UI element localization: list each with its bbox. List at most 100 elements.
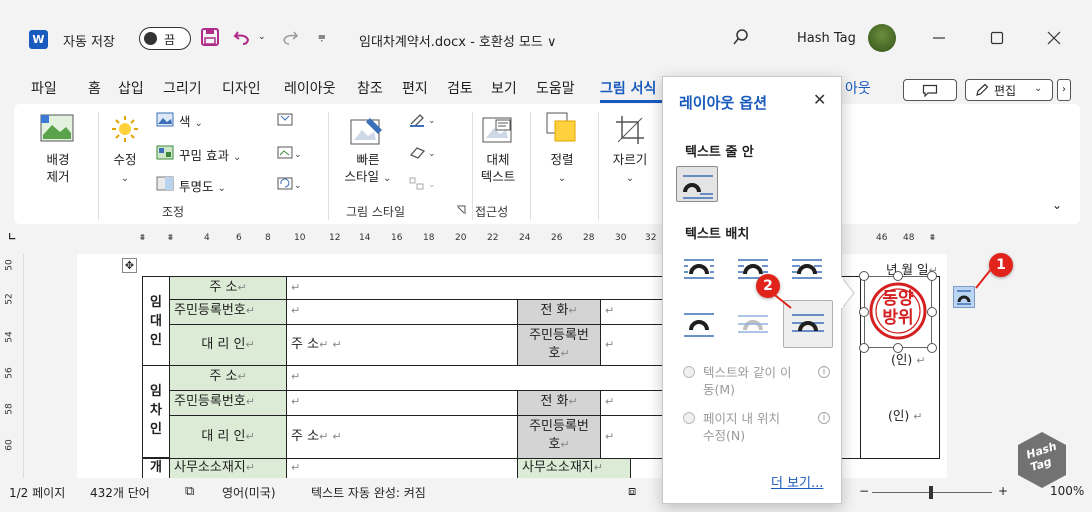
tab-view[interactable]: 보기 (491, 78, 517, 98)
resident-number-value-cell[interactable]: ↵ (286, 299, 518, 325)
document-title[interactable]: 임대차계약서.docx - 호환성 모드 ∨ (359, 31, 556, 50)
resize-handle-w[interactable] (859, 307, 869, 317)
quick-styles-button[interactable]: 빠른 스타일 ⌄ (338, 151, 398, 187)
maximize-icon[interactable] (990, 31, 1004, 45)
transparency-icon[interactable] (156, 176, 174, 191)
wrap-inline-option[interactable] (676, 166, 718, 202)
focus-mode-icon[interactable]: ⧈ (628, 484, 636, 499)
tab-draw[interactable]: 그리기 (163, 78, 202, 98)
wrap-top-bottom-option[interactable] (677, 305, 719, 341)
arrange-button[interactable]: 정렬 ⌄ (542, 151, 582, 187)
change-picture-icon[interactable]: ⌄ (276, 145, 302, 160)
resize-handle-e[interactable] (927, 307, 937, 317)
resize-handle-n[interactable] (893, 271, 903, 281)
minimize-icon[interactable] (932, 34, 946, 42)
fix-position-option[interactable]: 페이지 내 위치 수정(N) i (683, 410, 830, 444)
save-icon[interactable] (200, 27, 220, 47)
ribbon-separator (98, 112, 99, 220)
page-count[interactable]: 1/2 페이지 (9, 484, 65, 501)
info-icon[interactable]: i (818, 412, 830, 424)
zoom-in-icon[interactable]: + (998, 484, 1008, 498)
tenant-resident-number-value-cell[interactable]: ↵ (286, 390, 518, 416)
picture-layout-icon[interactable]: ⌄ (408, 176, 438, 191)
corrections-button[interactable]: 수정 ⌄ (104, 151, 146, 187)
tab-file[interactable]: 파일 (31, 78, 57, 98)
comments-button[interactable] (903, 79, 957, 101)
editing-mode-button[interactable]: 편집 ⌄ (965, 79, 1053, 101)
tab-layout[interactable]: 레이아웃 (284, 78, 336, 98)
tenant-agent-value-cell[interactable]: 주 소↵ ↵ (286, 415, 518, 459)
redo-icon[interactable] (280, 27, 300, 47)
resize-handle-se[interactable] (927, 343, 937, 353)
wrap-through-option[interactable] (785, 251, 827, 287)
transparency-button[interactable]: 투명도 ⌄ (179, 176, 226, 195)
undo-dropdown-icon[interactable]: ⌄ (258, 32, 266, 42)
phone-header-cell: 전 화↵ (517, 299, 601, 325)
picture-effects-icon[interactable]: ⌄ (408, 145, 438, 160)
corrections-icon[interactable] (110, 114, 140, 144)
info-icon[interactable]: i (818, 366, 830, 378)
color-icon[interactable] (156, 112, 174, 127)
collapse-ribbon-icon[interactable]: ⌄ (1052, 198, 1062, 212)
language-indicator[interactable]: 영어(미국) (222, 484, 276, 501)
crop-icon[interactable] (614, 114, 646, 146)
close-icon[interactable] (1047, 31, 1061, 45)
tab-insert[interactable]: 삽입 (118, 78, 144, 98)
horizontal-ruler[interactable]: ∟ ⩩ ⩩ 4 6 8 10 12 14 16 18 20 22 24 26 2… (0, 228, 1092, 254)
tab-help[interactable]: 도움말 (536, 78, 575, 98)
artistic-effects-button[interactable]: 꾸밈 효과 ⌄ (179, 145, 241, 164)
dialog-launcher-icon[interactable] (456, 205, 466, 215)
tab-design[interactable]: 디자인 (222, 78, 261, 98)
user-name[interactable]: Hash Tag (797, 31, 856, 46)
vertical-ruler[interactable]: 50 52 54 56 58 60 (0, 254, 24, 478)
table-move-handle-icon[interactable]: ✥ (122, 258, 137, 273)
compress-pictures-icon[interactable] (276, 112, 294, 127)
tab-home[interactable]: 홈 (88, 78, 101, 98)
search-icon[interactable] (732, 28, 750, 46)
right-indent-icon[interactable]: ⩩ (930, 233, 935, 243)
move-with-text-option[interactable]: 텍스트와 같이 이 동(M) i (683, 364, 830, 398)
ruler-indent-icon[interactable]: ⩩ (168, 233, 173, 243)
wrap-behind-text-option[interactable] (731, 305, 773, 341)
crop-button[interactable]: 자르기 ⌄ (606, 151, 654, 187)
quick-styles-icon[interactable] (348, 114, 386, 148)
avatar[interactable] (868, 24, 896, 52)
agent-value-cell[interactable]: 주 소↵ ↵ (286, 324, 518, 366)
artistic-effects-icon[interactable] (156, 145, 174, 160)
fix-position-radio[interactable] (683, 412, 695, 424)
office-address-value-cell[interactable]: ↵ (286, 458, 518, 478)
color-button[interactable]: 색 ⌄ (179, 111, 203, 130)
move-with-text-radio[interactable] (683, 366, 695, 378)
resize-handle-ne[interactable] (927, 271, 937, 281)
arrange-icon[interactable] (544, 110, 578, 144)
autocomplete-status[interactable]: 텍스트 자동 완성: 켜짐 (311, 484, 426, 501)
picture-border-icon[interactable]: ⌄ (408, 112, 438, 127)
tenant-phone-header-cell: 전 화↵ (517, 390, 601, 416)
tab-picture-format[interactable]: 그림 서식 (600, 78, 656, 98)
tab-selector-icon[interactable]: ∟ (8, 232, 16, 243)
tab-layout-partial[interactable]: 아웃 (845, 78, 871, 98)
autosave-toggle[interactable]: 끔 (139, 27, 191, 50)
reset-picture-icon[interactable]: ⌄ (276, 176, 302, 191)
resize-handle-sw[interactable] (859, 343, 869, 353)
proofing-icon[interactable]: ⧉ (185, 484, 194, 499)
tab-review[interactable]: 검토 (447, 78, 473, 98)
alt-text-button[interactable]: 대체 텍스트 (472, 151, 524, 185)
tab-references[interactable]: 참조 (357, 78, 383, 98)
remove-background-label[interactable]: 배경 제거 (36, 151, 80, 185)
resize-handle-s[interactable] (893, 343, 903, 353)
zoom-slider-thumb[interactable] (929, 486, 933, 499)
customize-qat-icon[interactable]: ⩦ (318, 29, 326, 44)
undo-icon[interactable] (232, 27, 252, 47)
see-more-link[interactable]: 더 보기... (771, 472, 823, 491)
wrap-square-option[interactable] (677, 251, 719, 287)
pane-close-icon[interactable]: ✕ (813, 90, 826, 109)
alt-text-icon[interactable] (480, 114, 514, 146)
zoom-out-icon[interactable]: − (859, 484, 869, 498)
remove-background-icon[interactable] (40, 113, 74, 143)
more-tabs-button[interactable]: › (1057, 79, 1071, 101)
svg-text:⌄: ⌄ (294, 150, 302, 160)
resize-handle-nw[interactable] (859, 271, 869, 281)
tab-mailings[interactable]: 편지 (402, 78, 428, 98)
word-count[interactable]: 432개 단어 (90, 484, 150, 501)
